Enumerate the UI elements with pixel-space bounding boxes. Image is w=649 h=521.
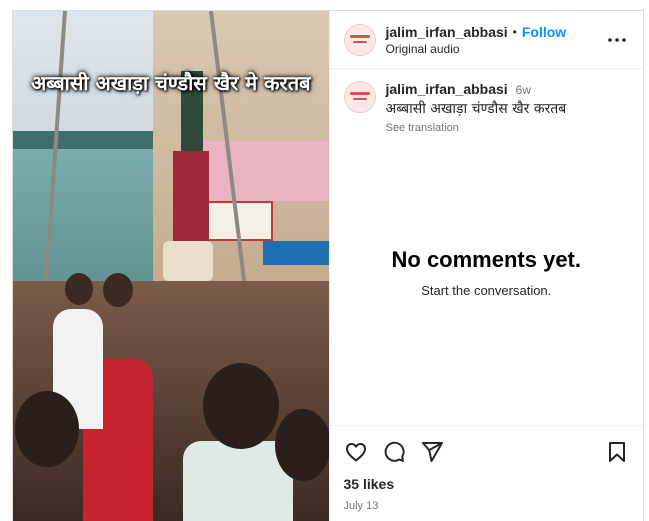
- caption-body: jalim_irfan_abbasi 6w अब्बासी अखाड़ा चंण…: [386, 81, 567, 134]
- comments-empty-state: No comments yet. Start the conversation.: [330, 247, 644, 298]
- video-person-head: [203, 363, 279, 449]
- header-username[interactable]: jalim_irfan_abbasi: [386, 24, 508, 40]
- video-performer: [163, 71, 223, 301]
- empty-subtitle: Start the conversation.: [421, 283, 552, 298]
- caption-text: अब्बासी अखाड़ा चंण्डौस खैर करतब: [385, 101, 567, 117]
- post-actions: 35 likes July 13: [329, 425, 643, 512]
- video-person-head: [103, 273, 133, 307]
- separator-dot: •: [512, 24, 517, 39]
- heart-icon[interactable]: [344, 440, 368, 464]
- post-date[interactable]: July 13: [344, 500, 630, 512]
- more-options-icon[interactable]: [605, 28, 629, 52]
- avatar-logo-icon: [349, 92, 370, 100]
- empty-title: No comments yet.: [391, 247, 582, 272]
- caption-username[interactable]: jalim_irfan_abbasi: [386, 81, 508, 97]
- post-caption: jalim_irfan_abbasi 6w अब्बासी अखाड़ा चंण…: [330, 69, 644, 134]
- video-person-head: [65, 273, 93, 305]
- video-person-head: [275, 409, 329, 481]
- video-person-head: [15, 391, 79, 467]
- avatar-logo-icon: [349, 34, 370, 43]
- comment-icon[interactable]: [382, 440, 406, 464]
- profile-avatar[interactable]: [343, 23, 376, 56]
- follow-button[interactable]: Follow: [522, 24, 566, 40]
- post-header: jalim_irfan_abbasi • Follow Original aud…: [329, 11, 643, 69]
- video-overlay-text: अब्बासी अखाड़ा चंण्डौस खैर मे करतब: [30, 71, 311, 95]
- likes-count[interactable]: 35 likes: [344, 476, 630, 492]
- caption-time[interactable]: 6w: [516, 83, 531, 97]
- share-icon[interactable]: [420, 440, 444, 464]
- caption-avatar[interactable]: [343, 81, 376, 113]
- post-video[interactable]: अब्बासी अखाड़ा चंण्डौस खैर मे करतब: [13, 11, 329, 521]
- see-translation-link[interactable]: See translation: [386, 122, 567, 134]
- post-dialog: अब्बासी अखाड़ा चंण्डौस खैर मे करतब jalim…: [12, 10, 644, 521]
- audio-label[interactable]: Original audio: [386, 42, 606, 56]
- bookmark-icon[interactable]: [605, 440, 629, 464]
- header-text: jalim_irfan_abbasi • Follow Original aud…: [386, 24, 606, 56]
- post-side-panel: jalim_irfan_abbasi • Follow Original aud…: [328, 11, 644, 521]
